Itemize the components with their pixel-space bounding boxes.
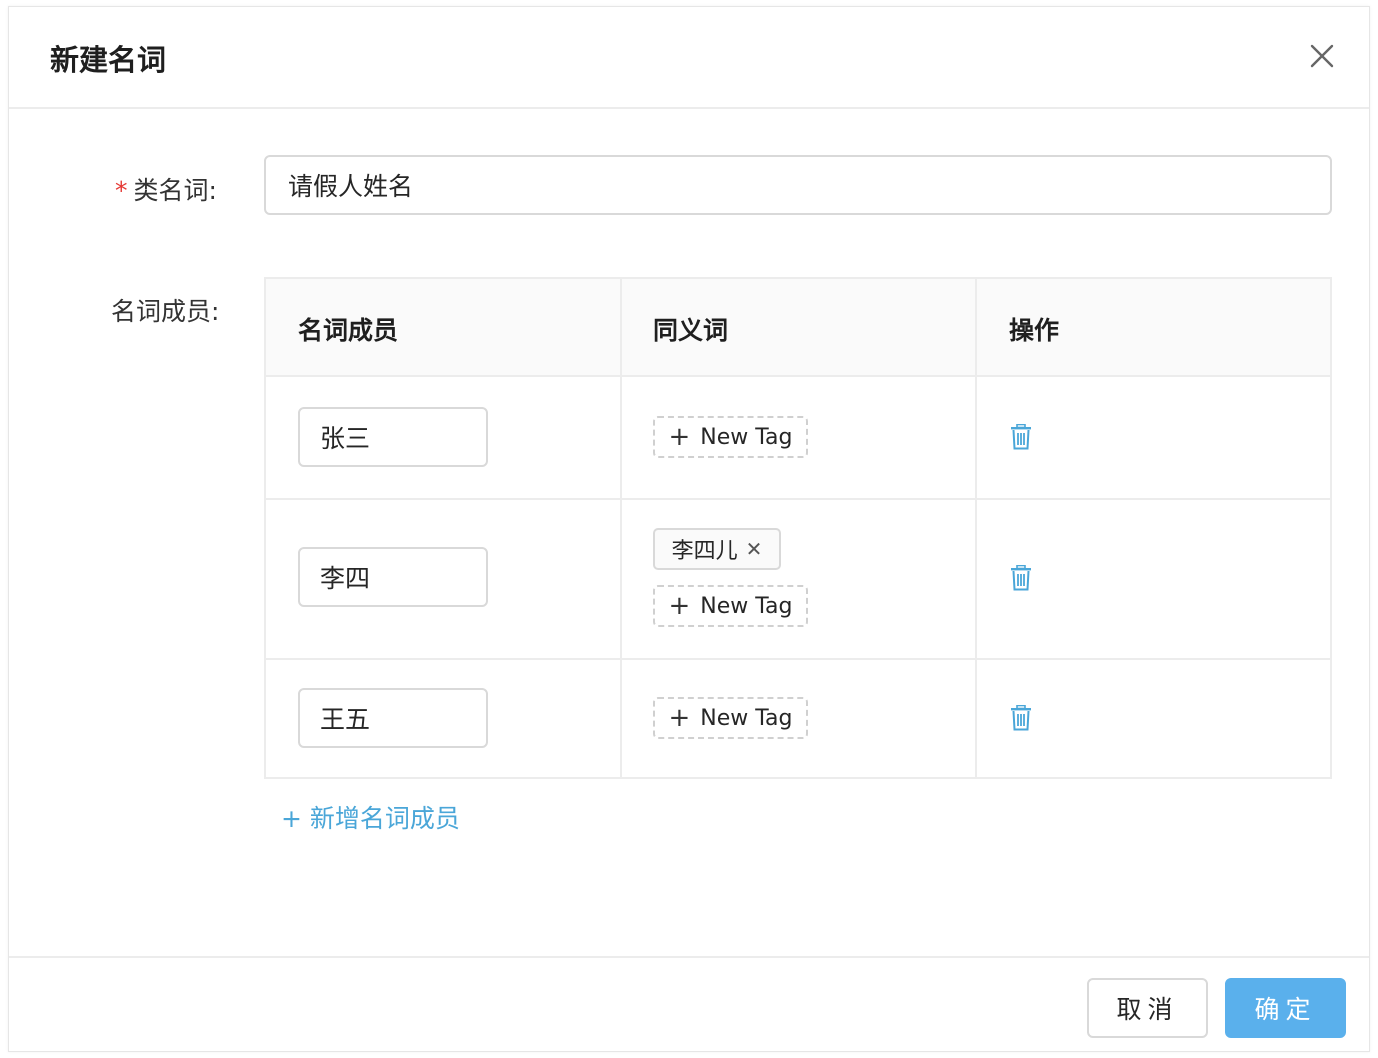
dialog-header: 新建名词: [9, 7, 1369, 109]
header-member: 名词成员: [298, 316, 399, 345]
row-divider: [266, 658, 1330, 660]
category-name-input[interactable]: [264, 155, 1332, 215]
synonym-tag-label: 李四儿: [671, 539, 738, 564]
category-label-text: 类名词:: [133, 176, 217, 205]
trash-icon[interactable]: [1010, 705, 1032, 731]
trash-icon[interactable]: [1010, 565, 1032, 591]
new-tag-button[interactable]: + New Tag: [653, 585, 808, 627]
member-input[interactable]: [298, 547, 488, 607]
new-tag-button[interactable]: + New Tag: [653, 416, 808, 458]
ok-button[interactable]: 确定: [1225, 978, 1346, 1038]
required-mark: *: [115, 176, 128, 205]
plus-icon: +: [668, 591, 691, 621]
members-table: 名词成员 同义词 操作 + New Tag: [264, 277, 1332, 779]
members-label: 名词成员:: [111, 297, 220, 326]
header-synonyms: 同义词: [653, 316, 729, 345]
table-header: 名词成员 同义词 操作: [266, 279, 1330, 377]
new-tag-label: New Tag: [700, 593, 793, 619]
new-tag-label: New Tag: [700, 705, 793, 731]
plus-icon: +: [668, 422, 691, 452]
dialog: 新建名词 *类名词: 名词成员: 名词成员 同义词 操作 + New Tag: [8, 6, 1370, 1052]
add-member-label: 新增名词成员: [309, 804, 460, 833]
trash-icon[interactable]: [1010, 424, 1032, 450]
member-input[interactable]: [298, 688, 488, 748]
cancel-button[interactable]: 取消: [1087, 978, 1208, 1038]
dialog-title: 新建名词: [50, 43, 167, 77]
category-label: * 类名词:: [115, 171, 217, 207]
add-member-link[interactable]: + 新增名词成员: [281, 799, 460, 835]
footer-divider: [9, 956, 1369, 958]
member-input[interactable]: [298, 407, 488, 467]
tag-close-icon[interactable]: ✕: [746, 537, 763, 561]
new-tag-button[interactable]: + New Tag: [653, 697, 808, 739]
plus-icon: +: [668, 703, 691, 733]
column-divider: [975, 279, 977, 777]
close-icon[interactable]: [1305, 39, 1339, 73]
new-tag-label: New Tag: [700, 424, 793, 450]
plus-icon: +: [281, 804, 302, 833]
header-actions: 操作: [1009, 316, 1060, 345]
synonym-tag: 李四儿 ✕: [653, 528, 781, 570]
column-divider: [620, 279, 622, 777]
row-divider: [266, 498, 1330, 500]
